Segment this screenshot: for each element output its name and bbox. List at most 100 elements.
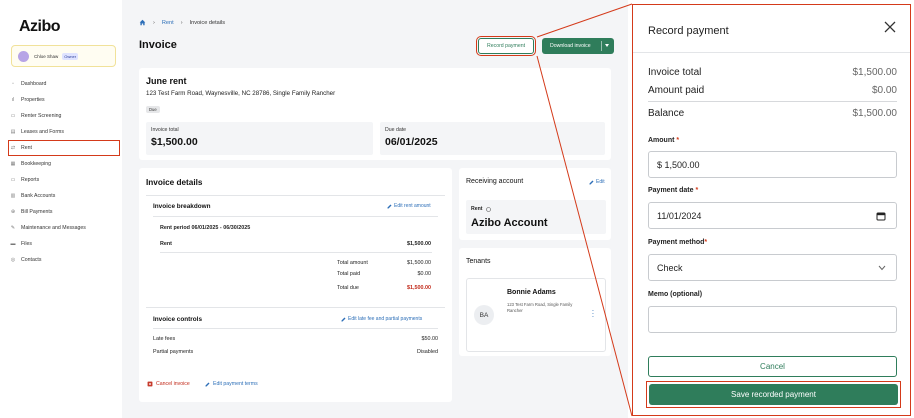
invoice-controls-heading: Invoice controls [153,316,203,323]
account-label: Rent [471,206,491,212]
download-invoice-button[interactable]: Download invoice [542,38,614,54]
sidebar-item-label: Maintenance and Messages [21,225,86,231]
summary-value: $1,500.00 [852,67,898,78]
record-payment-drawer: Record payment Invoice total $1,500.00 A… [632,4,911,416]
bank-icon: ▥ [10,192,16,199]
cancel-button[interactable]: Cancel [648,356,897,377]
avatar [18,50,29,62]
ledger-icon: ▦ [10,160,16,167]
tenant-item[interactable]: BA Bonnie Adams 123 Test Farm Road, Sing… [466,278,606,352]
contacts-icon: ◎ [10,256,16,263]
summary-invoice-total: Invoice total $1,500.00 [648,67,897,78]
download-invoice-label: Download invoice [550,43,591,49]
invoice-summary-card: June rent 123 Test Farm Road, Waynesvill… [139,68,611,160]
total-amount-value: $1,500.00 [407,260,431,266]
sidebar-item-label: Bookkeeping [21,161,51,167]
sidebar-item-bill-payments[interactable]: ⊕ Bill Payments [9,204,121,220]
sidebar-item-renter-screening[interactable]: ▭ Renter Screening [9,108,121,124]
due-date-box: Due date 06/01/2025 [380,122,605,155]
invoice-total-box: Invoice total $1,500.00 [146,122,373,155]
sidebar-item-bank-accounts[interactable]: ▥ Bank Accounts [9,188,121,204]
sidebar-item-label: Leases and Forms [21,129,64,135]
sidebar-nav: ▫ Dashboard ıl Properties ▭ Renter Screenin… [8,76,121,268]
invoice-title: June rent [146,76,187,86]
user-switcher[interactable]: Chloe Shaw Owner [11,45,116,67]
sidebar: Azibo Chloe Shaw Owner ▫ Dashboard ıl Prop… [0,0,122,418]
cancel-invoice-link[interactable]: Cancel invoice [147,381,190,387]
invoice-details-card: Invoice details Invoice breakdown Edit r… [139,168,452,402]
more-options-icon[interactable]: · · · [591,307,595,321]
button-divider [601,41,602,51]
sidebar-item-files[interactable]: ▬ Files [9,236,121,252]
payment-date-value: 11/01/2024 [657,210,702,221]
sidebar-item-contacts[interactable]: ◎ Contacts [9,252,121,268]
summary-label: Balance [648,108,685,119]
info-icon[interactable] [485,206,491,212]
sidebar-item-label: Reports [21,177,40,183]
account-type: Rent [471,206,483,212]
memo-input[interactable] [648,306,897,333]
total-paid-value: $0.00 [417,271,432,277]
edit-payment-terms-label: Edit payment terms [213,381,258,387]
calendar-icon[interactable] [876,211,886,221]
summary-balance: Balance $1,500.00 [648,108,897,119]
sidebar-item-properties[interactable]: ıl Properties [9,92,121,108]
edit-receiving-account-link[interactable]: Edit [589,179,605,185]
status-badge: Due [146,106,160,113]
sidebar-item-reports[interactable]: ▭ Reports [9,172,121,188]
sidebar-item-bookkeeping[interactable]: ▦ Bookkeeping [9,156,121,172]
edit-late-fee-link[interactable]: Edit late fee and partial payments [341,316,422,322]
sidebar-item-leases-and-forms[interactable]: ▤ Leases and Forms [9,124,121,140]
chevron-down-icon[interactable] [605,44,609,47]
folder-icon: ▬ [10,240,16,247]
divider [146,195,445,196]
chevron-right-icon: › [153,19,155,26]
summary-label: Invoice total [648,67,702,78]
sidebar-item-label: Bank Accounts [21,193,56,199]
divider [153,216,438,217]
save-recorded-payment-button[interactable]: Save recorded payment [649,384,898,405]
sidebar-item-maintenance[interactable]: ✎ Maintenance and Messages [9,220,121,236]
payment-method-select[interactable]: Check [648,254,897,281]
app-logo[interactable]: Azibo [19,18,61,36]
sidebar-item-label: Contacts [21,257,42,263]
sidebar-item-label: Properties [21,97,45,103]
edit-payment-terms-link[interactable]: Edit payment terms [205,381,258,387]
memo-label: Memo (optional) [648,291,703,298]
account-box: Rent Azibo Account [466,200,606,234]
sidebar-item-label: Renter Screening [21,113,62,119]
sidebar-item-dashboard[interactable]: ▫ Dashboard [9,76,121,92]
rent-period: Rent period 06/01/2025 - 06/30/2025 [160,225,251,231]
summary-value: $0.00 [871,85,897,96]
wrench-icon: ✎ [10,224,16,231]
bill-icon: ⊕ [10,208,16,215]
pencil-icon [205,382,210,386]
invoice-total-label: Invoice total [151,127,179,133]
save-highlight: Save recorded payment [646,381,901,408]
chevron-down-icon [878,265,886,271]
home-icon[interactable] [139,19,146,26]
breadcrumb: › Rent › Invoice details [139,19,225,26]
divider [146,307,445,308]
edit-rent-amount-link[interactable]: Edit rent amount [387,203,431,209]
record-payment-button[interactable]: Record payment [476,36,536,56]
pencil-icon [589,180,594,184]
breadcrumb-rent-link[interactable]: Rent [162,20,174,26]
main-content: › Rent › Invoice details Invoice Record … [122,0,628,418]
rent-line-label: Rent [160,241,172,247]
close-icon[interactable] [883,20,897,34]
pencil-icon [387,204,392,208]
screening-icon: ▭ [10,112,16,119]
payment-method-label: Payment method* [648,239,708,246]
total-due-label: Total due [337,285,359,291]
payment-date-input[interactable]: 11/01/2024 [648,202,897,229]
receiving-account-card: Receiving account Edit Rent Azibo Accoun… [459,168,611,240]
total-due-value: $1,500.00 [407,285,431,291]
amount-input[interactable]: $ 1,500.00 [648,151,897,178]
sidebar-item-rent[interactable]: ⇄ Rent [8,140,120,156]
invoice-total-value: $1,500.00 [151,136,198,148]
tenant-address: 123 Test Farm Road, Single Family Ranche… [507,302,573,313]
payment-date-label: Payment date * [648,187,699,194]
chart-icon: ıl [11,96,15,103]
receiving-account-heading: Receiving account [466,178,524,185]
